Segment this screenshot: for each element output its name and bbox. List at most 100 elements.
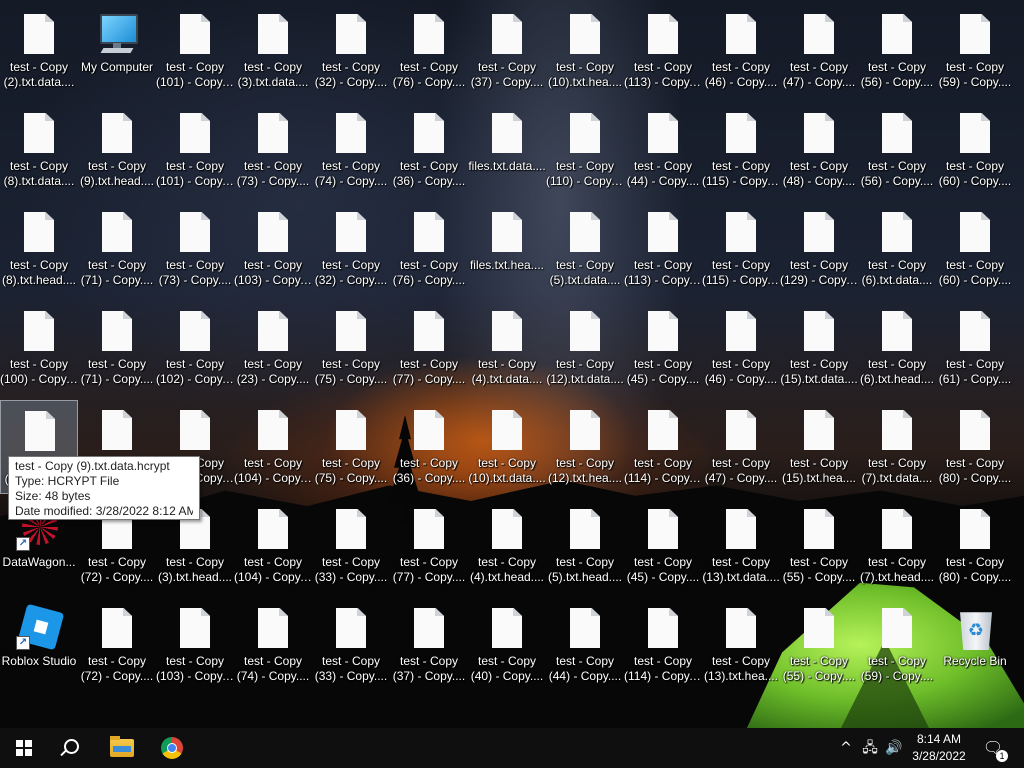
desktop[interactable]: test - Copy (2).txt.data.... My Computer te… [0, 0, 1024, 728]
desktop-file-icon[interactable]: test - Copy (73) - Copy.... [234, 103, 312, 197]
desktop-recycle-bin[interactable]: Recycle Bin [936, 598, 1014, 692]
desktop-file-icon[interactable]: test - Copy(71) - Copy.... [78, 202, 156, 296]
desktop-file-icon[interactable]: test - Copy (12).txt.hea.... [546, 400, 624, 494]
desktop-file-icon[interactable]: test - Copy (75) - Copy.... [312, 301, 390, 395]
desktop-file-icon[interactable]: test - Copy (8).txt.head.... [0, 202, 78, 296]
desktop-file-icon[interactable]: test - Copy (76) - Copy.... [390, 202, 468, 296]
desktop-file-icon[interactable]: test - Copy (36) - Copy.... [390, 400, 468, 494]
taskbar-clock[interactable]: 8:14 AM 3/28/2022 [906, 731, 972, 765]
desktop-file-icon[interactable]: test - Copy (33) - Copy.... [312, 499, 390, 593]
volume-icon[interactable]: 🔊 [884, 739, 904, 757]
desktop-file-icon[interactable]: test - Copy (100) - Copy.... [0, 301, 78, 395]
desktop-file-icon[interactable]: test - Copy (37) - Copy.... [390, 598, 468, 692]
desktop-file-icon[interactable]: test - Copy (59) - Copy.... [858, 598, 936, 692]
desktop-file-icon[interactable]: test - Copy(71) - Copy.... [78, 301, 156, 395]
desktop-file-icon[interactable]: test - Copy (10).txt.hea.... [546, 4, 624, 98]
desktop-file-icon[interactable]: test - Copy (4).txt.data.... [468, 301, 546, 395]
desktop-file-icon[interactable]: test - Copy (13).txt.data.... [702, 499, 780, 593]
desktop-file-icon[interactable]: test - Copy (114) - Copy.... [624, 598, 702, 692]
desktop-file-icon[interactable]: test - Copy (8).txt.data.... [0, 103, 78, 197]
icon-label-line1: test - Copy [711, 654, 771, 668]
desktop-file-icon[interactable]: test - Copy (80) - Copy.... [936, 499, 1014, 593]
desktop-file-icon[interactable]: test - Copy (129) - Copy.... [780, 202, 858, 296]
desktop-file-icon[interactable]: test - Copy (13).txt.hea.... [702, 598, 780, 692]
desktop-file-icon[interactable]: test - Copy (113) - Copy.... [624, 4, 702, 98]
desktop-file-icon[interactable]: test - Copy (60) - Copy.... [936, 202, 1014, 296]
desktop-roblox-studio-shortcut[interactable]: ↗ Roblox Studio [0, 598, 78, 692]
icon-label: test - Copy (72) - Copy.... [78, 555, 156, 585]
desktop-file-icon[interactable]: test - Copy (5).txt.data.... [546, 202, 624, 296]
desktop-file-icon[interactable]: test - Copy (32) - Copy.... [312, 4, 390, 98]
icon-label-line1: files.txt.hea.... [469, 258, 545, 272]
desktop-file-icon[interactable]: test - Copy (6).txt.data.... [858, 202, 936, 296]
desktop-file-icon[interactable]: test - Copy (10).txt.data.... [468, 400, 546, 494]
desktop-file-icon[interactable]: test - Copy (104) - Copy.... [234, 499, 312, 593]
desktop-file-icon[interactable]: test - Copy (48) - Copy.... [780, 103, 858, 197]
desktop-my-computer[interactable]: My Computer [78, 4, 156, 98]
desktop-file-icon[interactable]: test - Copy (33) - Copy.... [312, 598, 390, 692]
desktop-file-icon[interactable]: test - Copy (44) - Copy.... [624, 103, 702, 197]
desktop-file-icon[interactable]: test - Copy (114) - Copy.... [624, 400, 702, 494]
desktop-file-icon[interactable]: test - Copy (103) - Copy.... [234, 202, 312, 296]
start-button[interactable] [0, 728, 48, 768]
desktop-file-icon[interactable]: files.txt.data.... [468, 103, 546, 197]
desktop-file-icon[interactable]: test - Copy (102) - Copy.... [156, 301, 234, 395]
show-hidden-icons-chevron-icon[interactable]: ^ [838, 739, 854, 757]
document-page [492, 608, 522, 648]
icon-label-line2: (102) - Copy.... [156, 372, 234, 386]
desktop-file-icon[interactable]: test - Copy (55) - Copy.... [780, 598, 858, 692]
desktop-file-icon[interactable]: test - Copy (77) - Copy.... [390, 301, 468, 395]
desktop-file-icon[interactable]: test - Copy (74) - Copy.... [234, 598, 312, 692]
desktop-file-icon[interactable]: test - Copy (75) - Copy.... [312, 400, 390, 494]
taskbar-file-explorer[interactable] [98, 728, 146, 768]
desktop-file-icon[interactable]: test - Copy (2).txt.data.... [0, 4, 78, 98]
desktop-file-icon[interactable]: test - Copy (56) - Copy.... [858, 103, 936, 197]
desktop-file-icon[interactable]: test - Copy (72) - Copy.... [78, 598, 156, 692]
desktop-file-icon[interactable]: test - Copy (45) - Copy.... [624, 301, 702, 395]
desktop-file-icon[interactable]: test - Copy (32) - Copy.... [312, 202, 390, 296]
desktop-file-icon[interactable]: test - Copy (5).txt.head.... [546, 499, 624, 593]
desktop-file-icon[interactable]: test - Copy (73) - Copy.... [156, 202, 234, 296]
desktop-file-icon[interactable]: test - Copy (115) - Copy.... [702, 103, 780, 197]
desktop-file-icon[interactable]: test - Copy (60) - Copy.... [936, 103, 1014, 197]
taskbar-chrome[interactable] [148, 728, 196, 768]
network-icon[interactable]: 🖧 [860, 739, 880, 757]
desktop-file-icon[interactable]: test - Copy (56) - Copy.... [858, 4, 936, 98]
desktop-file-icon[interactable]: test - Copy (4).txt.head.... [468, 499, 546, 593]
desktop-file-icon[interactable]: test - Copy (15).txt.data.... [780, 301, 858, 395]
desktop-file-icon[interactable]: test - Copy (40) - Copy.... [468, 598, 546, 692]
desktop-file-icon[interactable]: test - Copy (104) - Copy.... [234, 400, 312, 494]
desktop-file-icon[interactable]: test - Copy (76) - Copy.... [390, 4, 468, 98]
desktop-file-icon[interactable]: test - Copy (9).txt.head.... [78, 103, 156, 197]
desktop-file-icon[interactable]: test - Copy (74) - Copy.... [312, 103, 390, 197]
desktop-file-icon[interactable]: test - Copy (113) - Copy.... [624, 202, 702, 296]
desktop-file-icon[interactable]: test - Copy (12).txt.data.... [546, 301, 624, 395]
desktop-file-icon[interactable]: test - Copy(101) - Copy.... [156, 4, 234, 98]
desktop-file-icon[interactable]: files.txt.hea.... [468, 202, 546, 296]
desktop-file-icon[interactable]: test - Copy (47) - Copy.... [702, 400, 780, 494]
desktop-file-icon[interactable]: test - Copy (115) - Copy.... [702, 202, 780, 296]
desktop-file-icon[interactable]: test - Copy (46) - Copy.... [702, 301, 780, 395]
desktop-file-icon[interactable]: test - Copy (59) - Copy.... [936, 4, 1014, 98]
desktop-file-icon[interactable]: test - Copy (7).txt.data.... [858, 400, 936, 494]
desktop-file-icon[interactable]: test - Copy (77) - Copy.... [390, 499, 468, 593]
search-button[interactable] [48, 728, 96, 768]
desktop-file-icon[interactable]: test - Copy (6).txt.head.... [858, 301, 936, 395]
desktop-file-icon[interactable]: test - Copy (55) - Copy.... [780, 499, 858, 593]
desktop-file-icon[interactable]: test - Copy (23) - Copy.... [234, 301, 312, 395]
desktop-file-icon[interactable]: test - Copy (110) - Copy.... [546, 103, 624, 197]
desktop-file-icon[interactable]: test - Copy (36) - Copy.... [390, 103, 468, 197]
desktop-file-icon[interactable]: test - Copy (44) - Copy.... [546, 598, 624, 692]
document-icon [956, 111, 994, 155]
desktop-file-icon[interactable]: test - Copy (37) - Copy.... [468, 4, 546, 98]
desktop-file-icon[interactable]: test - Copy (15).txt.hea.... [780, 400, 858, 494]
desktop-file-icon[interactable]: test - Copy (103) - Copy.... [156, 598, 234, 692]
desktop-file-icon[interactable]: test - Copy (3).txt.data.... [234, 4, 312, 98]
desktop-file-icon[interactable]: test - Copy (47) - Copy.... [780, 4, 858, 98]
desktop-file-icon[interactable]: test - Copy(101) - Copy.... [156, 103, 234, 197]
desktop-file-icon[interactable]: test - Copy (45) - Copy.... [624, 499, 702, 593]
desktop-file-icon[interactable]: test - Copy (61) - Copy.... [936, 301, 1014, 395]
desktop-file-icon[interactable]: test - Copy (80) - Copy.... [936, 400, 1014, 494]
desktop-file-icon[interactable]: test - Copy (46) - Copy.... [702, 4, 780, 98]
desktop-file-icon[interactable]: test - Copy (7).txt.head.... [858, 499, 936, 593]
